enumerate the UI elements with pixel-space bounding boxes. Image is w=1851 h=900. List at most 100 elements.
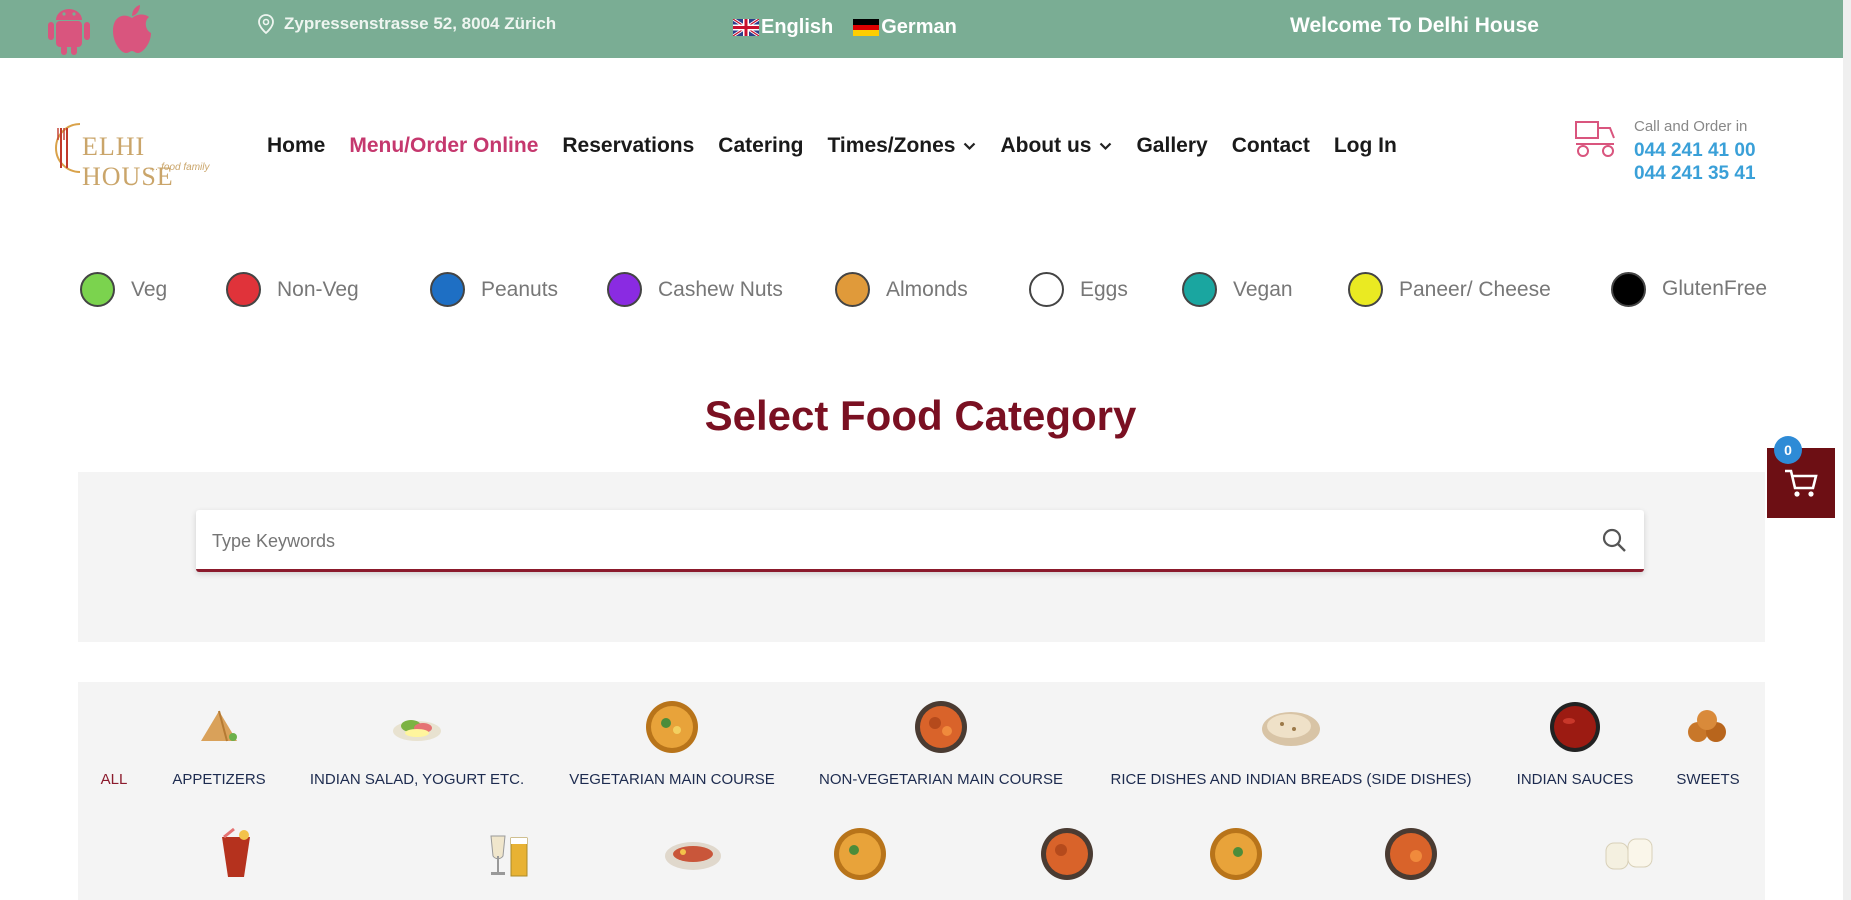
legend-non-veg-label: Non-Veg [277,277,359,301]
nav-gallery[interactable]: Gallery [1136,134,1207,158]
lang-english-label: English [761,16,834,38]
nav-contact[interactable]: Contact [1232,134,1310,158]
naan-icon[interactable] [1260,705,1322,749]
cashew-dot-icon [607,272,642,307]
page-scrollbar[interactable] [1843,0,1851,900]
vegan-dot-icon [1182,272,1217,307]
nav-reservations[interactable]: Reservations [562,134,694,158]
curry-bowl-icon[interactable] [644,699,700,755]
nav-home[interactable]: Home [267,134,325,158]
nav-times-zones[interactable]: Times/Zones [827,134,976,158]
legend-peanuts-label: Peanuts [481,277,559,301]
kebab-plate-icon[interactable] [663,834,723,874]
nav-gallery-label: Gallery [1136,134,1208,157]
category-indian-salad[interactable]: INDIAN SALAD, YOGURT ETC. [310,771,524,788]
phone-number-1[interactable]: 044 241 41 00 [1634,140,1756,162]
nav-menu-label: Menu/Order Online [349,134,539,157]
gluten-free-dot-icon [1611,272,1646,307]
search-box [196,510,1644,572]
location-pin-icon [258,14,274,34]
paneer-dot-icon [1348,272,1383,307]
chevron-down-icon [964,142,976,150]
legend-vegan: Vegan [1182,272,1293,307]
nav-menu-order-online[interactable]: Menu/Order Online [349,134,538,158]
curry-bowl-icon[interactable] [1208,826,1264,882]
search-icon[interactable] [1600,526,1628,554]
salad-icon[interactable] [391,709,443,745]
top-bar: Zypressenstrasse 52, 8004 Zürich English… [0,0,1851,58]
legend-veg-label: Veg [131,277,168,301]
veg-dot-icon [80,272,115,307]
samosa-icon[interactable] [197,707,241,747]
nav-home-label: Home [267,134,326,157]
dietary-legend: Veg Non-Veg Peanuts Cashew Nuts Almonds … [80,272,1780,342]
legend-gluten-free: GlutenFree [1611,272,1772,310]
legend-cashew-label: Cashew Nuts [658,277,783,301]
shopping-cart-icon [1785,469,1818,497]
legend-almonds-label: Almonds [886,277,968,301]
category-rice-breads[interactable]: RICE DISHES AND INDIAN BREADS (SIDE DISH… [1111,771,1472,788]
main-nav: Home Menu/Order Online Reservations Cate… [267,134,1397,158]
call-label: Call and Order in [1634,118,1748,135]
eggs-dot-icon [1029,272,1064,307]
chicken-curry-icon[interactable] [1383,826,1439,882]
germany-flag-icon [853,19,880,36]
chevron-down-icon [1100,142,1112,150]
sweets-icon[interactable] [1680,702,1736,752]
drinks-icon[interactable] [483,828,533,880]
cocktail-icon[interactable] [214,827,258,881]
language-switcher: English German [733,16,957,39]
rice-cakes-icon[interactable] [1600,831,1658,877]
legend-paneer: Paneer/ Cheese [1348,272,1551,307]
lang-german[interactable]: German [853,16,957,39]
legend-paneer-label: Paneer/ Cheese [1399,277,1551,301]
legend-peanuts: Peanuts [430,272,558,307]
category-indian-sauces[interactable]: INDIAN SAUCES [1517,771,1634,788]
address-text: Zypressenstrasse 52, 8004 Zürich [284,14,557,33]
lang-english[interactable]: English [733,16,833,39]
peanuts-dot-icon [430,272,465,307]
delivery-scooter-icon [1575,121,1615,157]
category-appetizers[interactable]: APPETIZERS [172,771,265,788]
legend-veg: Veg [80,272,167,307]
legend-non-veg: Non-Veg [226,272,359,307]
sauce-bowl-icon[interactable] [1547,699,1603,755]
non-veg-dot-icon [226,272,261,307]
legend-vegan-label: Vegan [1233,277,1293,301]
category-all[interactable]: ALL [101,771,128,788]
chicken-curry-icon[interactable] [913,699,969,755]
chicken-curry-icon[interactable] [1039,826,1095,882]
page-title: Select Food Category [704,392,1137,439]
phone-number-2[interactable]: 044 241 35 41 [1634,163,1756,185]
nav-contact-label: Contact [1231,134,1310,157]
logo-subtitle: ... food family [150,162,210,173]
welcome-text: Welcome To Delhi House [1290,14,1539,37]
address: Zypressenstrasse 52, 8004 Zürich [258,14,556,34]
legend-eggs: Eggs [1029,272,1128,307]
curry-bowl-icon[interactable] [832,826,888,882]
legend-cashew: Cashew Nuts [607,272,783,307]
android-icon[interactable] [44,3,94,55]
nav-about-label: About us [1000,134,1092,157]
cart-count-badge: 0 [1774,436,1802,464]
logo[interactable]: ELHI HOUSE ... food family [50,118,225,191]
nav-login[interactable]: Log In [1334,134,1397,158]
nav-times-label: Times/Zones [827,134,956,157]
nav-reservations-label: Reservations [562,134,695,157]
apple-icon[interactable] [107,3,157,55]
category-sweets[interactable]: SWEETS [1676,771,1739,788]
category-non-vegetarian-main[interactable]: NON-VEGETARIAN MAIN COURSE [819,771,1063,788]
legend-almonds: Almonds [835,272,968,307]
lang-german-label: German [881,16,957,38]
search-input[interactable] [212,524,1592,558]
legend-eggs-label: Eggs [1080,277,1128,301]
nav-login-label: Log In [1333,134,1397,157]
nav-about-us[interactable]: About us [1000,134,1112,158]
uk-flag-icon [733,19,759,36]
nav-catering-label: Catering [718,134,804,157]
category-vegetarian-main[interactable]: VEGETARIAN MAIN COURSE [569,771,775,788]
legend-gluten-free-label: GlutenFree [1662,277,1768,300]
nav-catering[interactable]: Catering [718,134,803,158]
almonds-dot-icon [835,272,870,307]
search-panel [78,472,1765,642]
